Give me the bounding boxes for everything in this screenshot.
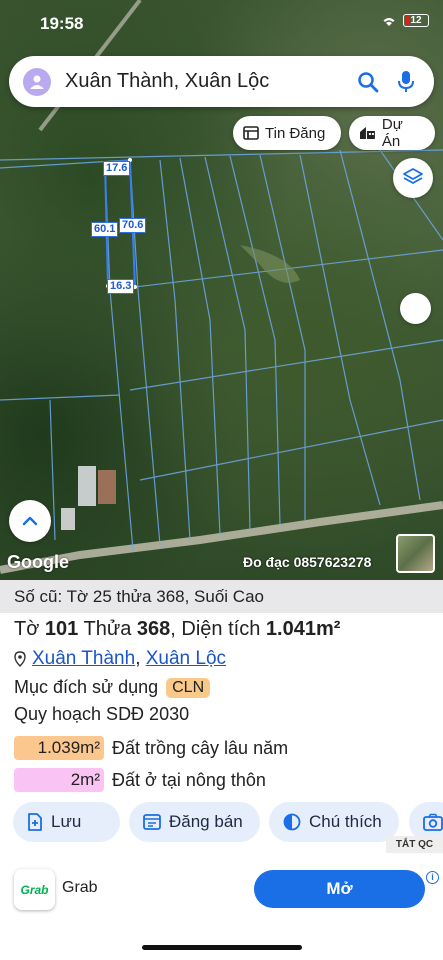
sheet-number: 101 [44, 618, 79, 640]
area-row-residential: 2m² Đất ở tại nông thôn [14, 768, 266, 792]
microphone-icon[interactable] [392, 68, 420, 96]
search-icon[interactable] [354, 68, 382, 96]
listing-icon [243, 126, 259, 140]
camera-icon [423, 813, 443, 831]
listing-chip-label: Tin Đăng [265, 124, 326, 142]
app-screen: 17.6 60.1 70.6 16.3 19:58 12 Xuân Thành,… [0, 0, 443, 960]
location-pin-icon [14, 651, 26, 667]
survey-contact[interactable]: Đo đạc 0857623278 [243, 554, 371, 570]
commune-link[interactable]: Xuân Thành [32, 648, 135, 669]
plot-number: 368 [136, 618, 171, 640]
purpose-label: Mục đích sử dụng [14, 677, 159, 697]
map-drag-handle[interactable] [400, 293, 431, 324]
save-button[interactable]: Lưu [13, 802, 120, 842]
dimension-label-right: 70.6 [119, 218, 147, 233]
save-icon [28, 813, 42, 831]
sheet-prefix: Tờ [14, 618, 40, 640]
ad-brand-name: Grab [62, 879, 98, 896]
status-time: 19:58 [40, 14, 84, 33]
post-sale-button[interactable]: Đăng bán [129, 802, 260, 842]
wifi-icon [383, 17, 395, 26]
dimension-label-top: 17.6 [103, 161, 131, 176]
open-app-button[interactable]: Mở [254, 870, 425, 908]
plot-prefix: Thửa [83, 618, 132, 640]
search-input[interactable]: Xuân Thành, Xuân Lộc [65, 70, 344, 93]
project-chip[interactable]: Dự Án [349, 116, 435, 150]
close-ad-button[interactable]: TẮT QC [386, 836, 443, 853]
area-label: Đất ở tại nông thôn [112, 769, 266, 790]
ad-info-icon[interactable]: i [426, 871, 439, 884]
chevron-up-icon [22, 516, 38, 526]
project-chip-label: Dự Án [381, 116, 403, 150]
plan-label: Quy hoạch SDĐ 2030 [14, 704, 190, 724]
legend-button-label: Chú thích [309, 812, 382, 831]
contrast-icon [283, 813, 301, 831]
avatar-icon[interactable] [23, 67, 51, 96]
layers-button[interactable] [393, 158, 433, 198]
area-value: 1.041m² [265, 618, 341, 640]
old-reference: Số cũ: Tờ 25 thửa 368, Suối Cao [0, 580, 443, 613]
satellite-map[interactable]: 17.6 60.1 70.6 16.3 19:58 12 Xuân Thành,… [0, 0, 443, 580]
area-value-chip: 1.039m² [14, 736, 104, 760]
area-row-perennial: 1.039m² Đất trồng cây lâu năm [14, 736, 288, 760]
purpose-row: Mục đích sử dụng CLN [14, 677, 211, 698]
area-value-chip: 2m² [14, 768, 104, 792]
area-label: Đất trồng cây lâu năm [112, 737, 289, 758]
parcel-info-panel: Số cũ: Tờ 25 thửa 368, Suối Cao Tờ 101 T… [0, 580, 443, 855]
location-separator: , [135, 648, 141, 669]
dimension-label-bottom: 16.3 [107, 279, 135, 294]
purpose-code-badge: CLN [166, 677, 211, 698]
location-row: Xuân Thành, Xuân Lộc [14, 648, 226, 670]
battery-icon: 12 [403, 14, 429, 27]
street-view-thumbnail[interactable] [396, 534, 435, 573]
ad-banner[interactable]: Grab Grab Mở i [0, 855, 443, 920]
dimension-label-left: 60.1 [91, 222, 119, 237]
legend-button[interactable]: Chú thích [269, 802, 399, 842]
area-prefix: , Diện tích [170, 618, 261, 640]
google-logo: Google [7, 552, 69, 572]
post-sale-button-label: Đăng bán [169, 812, 243, 831]
save-button-label: Lưu [51, 812, 82, 831]
battery-level: 12 [410, 15, 422, 26]
status-icons: 12 [381, 14, 429, 27]
search-bar[interactable]: Xuân Thành, Xuân Lộc [9, 56, 434, 107]
parcel-title: Tờ 101 Thửa 368, Diện tích 1.041m² [14, 618, 340, 641]
building-icon [359, 127, 375, 139]
home-indicator[interactable] [142, 945, 302, 950]
listing-chip[interactable]: Tin Đăng [233, 116, 341, 150]
calendar-icon [143, 814, 161, 830]
layers-icon [403, 168, 423, 184]
district-link[interactable]: Xuân Lộc [146, 648, 226, 669]
expand-up-button[interactable] [9, 500, 51, 542]
grab-logo: Grab [14, 869, 55, 910]
